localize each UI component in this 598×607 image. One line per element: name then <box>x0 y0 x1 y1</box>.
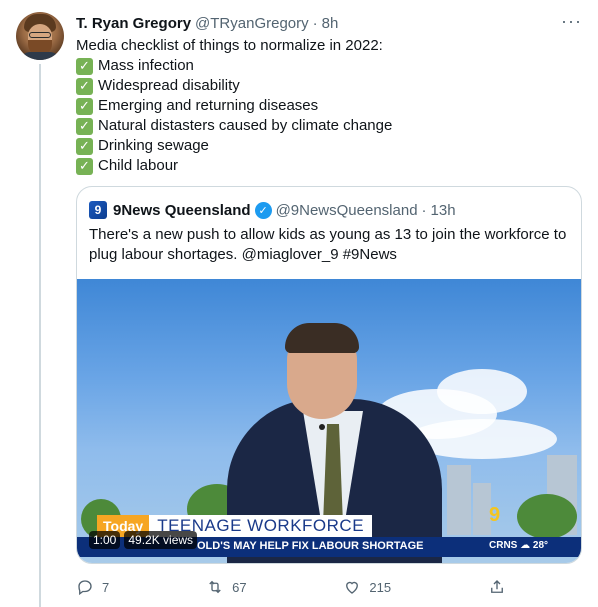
cloud <box>437 369 527 414</box>
thread-line <box>39 64 41 607</box>
checklist-item: ✓ Widespread disability <box>76 76 392 96</box>
avatar[interactable] <box>16 12 64 60</box>
reply-button[interactable]: 7 <box>76 578 109 596</box>
avatar-glasses <box>29 32 51 38</box>
video-player[interactable]: 9 Today TEENAGE WORKFORCE OLD'S MAY HELP… <box>77 279 581 563</box>
author-display-name[interactable]: T. Ryan Gregory <box>76 15 191 32</box>
check-mark-icon: ✓ <box>76 117 93 135</box>
author-handle[interactable]: @TRyanGregory <box>195 15 309 32</box>
like-button[interactable]: 215 <box>343 578 391 596</box>
share-icon <box>491 580 503 593</box>
like-count: 215 <box>369 579 392 595</box>
quote-author-handle: @9NewsQueensland <box>275 201 418 219</box>
video-info: 1:00 49.2K views <box>89 531 198 549</box>
checklist-item-label: Mass infection <box>98 57 194 74</box>
checklist-item: ✓ Mass infection <box>76 56 392 76</box>
share-button[interactable] <box>488 578 506 596</box>
check-mark-icon: ✓ <box>76 157 93 175</box>
more-options-icon[interactable]: ··· <box>561 11 582 32</box>
checklist-item-label: Natural distasters caused by climate cha… <box>98 117 393 134</box>
quote-separator: · <box>421 201 427 219</box>
quoted-tweet[interactable]: 9 9News Queensland ✓ @9NewsQueensland · … <box>76 186 582 564</box>
checklist-item-label: Widespread disability <box>98 77 240 94</box>
avatar-shirt <box>20 52 60 60</box>
weather-readout: CRNS ☁ 28° <box>489 540 549 551</box>
retweet-button[interactable]: 67 <box>206 578 247 596</box>
presenter-hair <box>285 323 359 353</box>
header-separator: · <box>312 14 318 32</box>
checklist-item: ✓ Drinking sewage <box>76 136 392 156</box>
reply-icon <box>78 580 92 596</box>
skyline-building <box>447 465 471 535</box>
video-duration: 1:00 <box>89 531 121 549</box>
tweet-text: Media checklist of things to normalize i… <box>76 36 392 176</box>
check-mark-icon: ✓ <box>76 97 93 115</box>
tweet-actions: 7 67 215 <box>76 575 506 599</box>
nine-news-logo-icon: 9 <box>89 201 107 219</box>
lapel-microphone <box>319 424 325 430</box>
quote-timestamp: 13h <box>430 201 456 219</box>
check-mark-icon: ✓ <box>76 137 93 155</box>
checklist-item: ✓ Emerging and returning diseases <box>76 96 392 116</box>
checklist-item-label: Emerging and returning diseases <box>98 97 319 114</box>
checklist-item-label: Child labour <box>98 157 179 174</box>
checklist-item: ✓ Child labour <box>76 156 392 176</box>
tweet-header: T. Ryan Gregory @TRyanGregory · 8h ··· <box>76 11 582 33</box>
channel-watermark: 9 <box>489 504 501 526</box>
checklist-item-label: Drinking sewage <box>98 137 209 154</box>
check-mark-icon: ✓ <box>76 77 93 95</box>
tree <box>517 494 577 539</box>
tweet-intro: Media checklist of things to normalize i… <box>76 37 383 54</box>
retweet-icon <box>209 580 221 594</box>
checklist-item: ✓ Natural distasters caused by climate ch… <box>76 116 392 136</box>
video-views: 49.2K views <box>124 531 198 549</box>
reply-count: 7 <box>102 579 110 595</box>
heart-icon <box>346 581 359 594</box>
check-mark-icon: ✓ <box>76 57 93 75</box>
quote-author-name: 9News Queensland <box>113 201 251 219</box>
tweet-timestamp[interactable]: 8h <box>322 15 339 32</box>
ticker-text: OLD'S MAY HELP FIX LABOUR SHORTAGE <box>197 540 424 552</box>
retweet-count: 67 <box>232 579 247 595</box>
quote-header: 9 9News Queensland ✓ @9NewsQueensland · … <box>89 200 456 220</box>
verified-badge-icon: ✓ <box>254 201 272 219</box>
quote-text: There's a new push to allow kids as youn… <box>89 226 567 263</box>
